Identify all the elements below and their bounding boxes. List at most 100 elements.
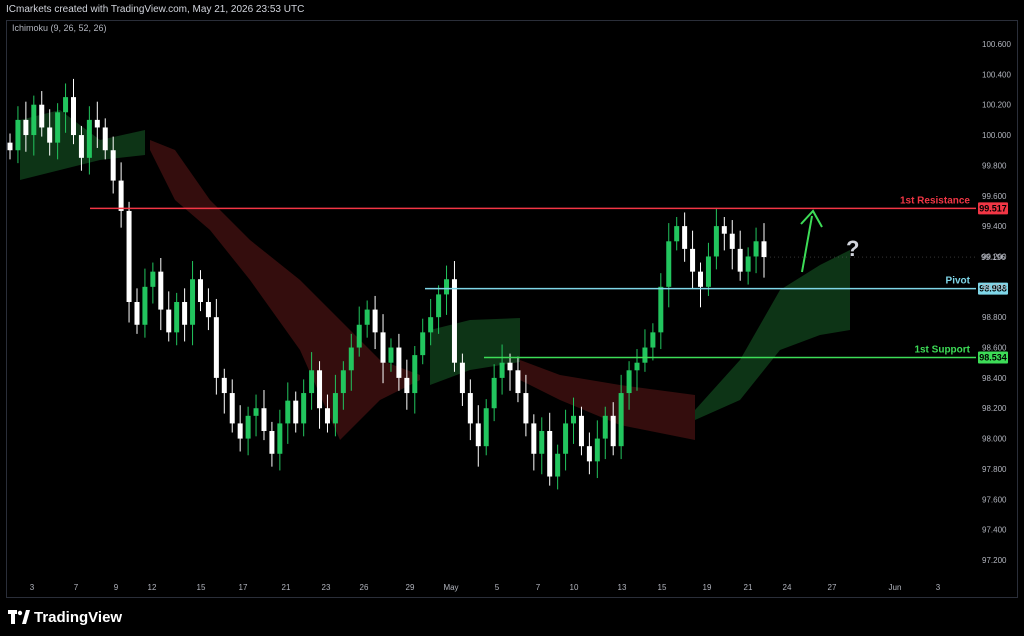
price-axis[interactable]: 100.600 100.400 100.200 100.000 99.800 99.600… (982, 40, 1011, 565)
candle-body (459, 362, 465, 394)
x-tick-label: 15 (197, 583, 206, 592)
candle-body (412, 355, 418, 394)
candle-body (602, 415, 608, 439)
level-price-value: 99.517 (979, 203, 1007, 213)
x-tick-label: 15 (658, 583, 667, 592)
candle-body (586, 446, 592, 462)
y-tick-label: 97.200 (982, 556, 1007, 565)
candle-body (539, 431, 545, 454)
candle-body (269, 431, 275, 454)
candle-body (23, 119, 29, 136)
x-tick-label: 26 (360, 583, 369, 592)
candle-body (102, 127, 108, 151)
price-chart[interactable]: 1st Resistance99.517Pivot98.9881st Suppo… (0, 0, 1024, 636)
candle-body (197, 279, 203, 302)
candle-body (15, 119, 21, 151)
candle-body (578, 415, 584, 447)
y-tick-label: 98.800 (982, 313, 1007, 322)
candle-body (555, 453, 561, 477)
y-tick-label: 99.400 (982, 222, 1007, 231)
candle-body (301, 393, 307, 424)
y-tick-label: 98.400 (982, 374, 1007, 383)
candle-body (293, 400, 299, 424)
y-tick-label: 98.200 (982, 404, 1007, 413)
candle-body (261, 408, 267, 431)
candle-body (674, 226, 680, 242)
candle-body (190, 279, 196, 325)
x-tick-label: 9 (114, 583, 119, 592)
candle-body (166, 309, 172, 333)
candle-body (372, 309, 378, 333)
candle-body (650, 332, 656, 348)
y-tick-label: 97.400 (982, 526, 1007, 535)
candle-body (221, 377, 227, 394)
x-tick-label: 19 (703, 583, 712, 592)
y-tick-label: 100.600 (982, 40, 1011, 49)
candle-body (563, 423, 569, 454)
x-tick-label: 23 (322, 583, 331, 592)
candle-body (745, 256, 751, 272)
candle-body (571, 415, 577, 424)
candle-body (340, 370, 346, 394)
candle-body (7, 142, 13, 151)
time-axis[interactable]: 3 7 9 12 15 17 21 23 26 29 May 5 7 10 13 15 19 21 24 27 Jun 3 (30, 583, 941, 592)
candle-body (666, 241, 672, 287)
y-tick-label: 99.600 (982, 192, 1007, 201)
candle-body (515, 370, 521, 394)
candle-body (444, 279, 450, 295)
candle-body (55, 112, 61, 143)
candle-body (420, 332, 426, 356)
candle-body (499, 362, 505, 378)
candle-body (705, 256, 711, 287)
candle-body (348, 347, 354, 371)
tradingview-logo[interactable]: TradingView (8, 606, 122, 628)
x-tick-label: 21 (282, 583, 291, 592)
candle-body (142, 286, 148, 325)
question-mark: ? (846, 236, 859, 261)
candle-body (356, 324, 362, 348)
candle-body (658, 286, 664, 333)
candle-body (642, 347, 648, 363)
y-tick-label: 99.200 (982, 252, 1007, 261)
x-tick-label: 3 (30, 583, 35, 592)
candle-body (753, 241, 759, 257)
candle-body (118, 180, 124, 211)
candle-body (213, 317, 219, 378)
candle-body (285, 400, 291, 424)
candle-body (174, 302, 180, 333)
y-tick-label: 100.400 (982, 70, 1011, 79)
y-tick-label: 97.600 (982, 495, 1007, 504)
candle-body (70, 97, 76, 136)
candle-body (626, 370, 632, 394)
candle-body (761, 241, 767, 258)
x-tick-label: 27 (828, 583, 837, 592)
y-tick-label: 99.800 (982, 161, 1007, 170)
candle-body (507, 362, 513, 371)
x-tick-label: May (443, 583, 458, 592)
candle-body (396, 347, 402, 378)
bullish-cloud (695, 250, 850, 420)
candle-body (86, 119, 92, 158)
candle-body (205, 302, 211, 318)
x-tick-label: 24 (783, 583, 792, 592)
candle-body (404, 377, 410, 394)
candle-body (47, 127, 53, 143)
candle-body (467, 393, 473, 424)
candle-body (594, 438, 600, 462)
candle-body (483, 408, 489, 447)
candle-body (729, 233, 735, 249)
x-tick-label: 29 (406, 583, 415, 592)
y-tick-label: 98.000 (982, 435, 1007, 444)
candle-body (253, 408, 259, 416)
candle-body (547, 431, 553, 477)
y-tick-label: 99.000 (982, 283, 1007, 292)
x-tick-label: 3 (936, 583, 941, 592)
y-tick-label: 98.600 (982, 344, 1007, 353)
up-arrow-shaft (801, 215, 813, 273)
tradingview-logo-text: TradingView (34, 608, 123, 626)
candle-body (380, 332, 386, 363)
candle-body (436, 294, 442, 318)
candle-body (451, 279, 457, 363)
candle-body (618, 393, 624, 447)
candle-body (690, 248, 696, 272)
